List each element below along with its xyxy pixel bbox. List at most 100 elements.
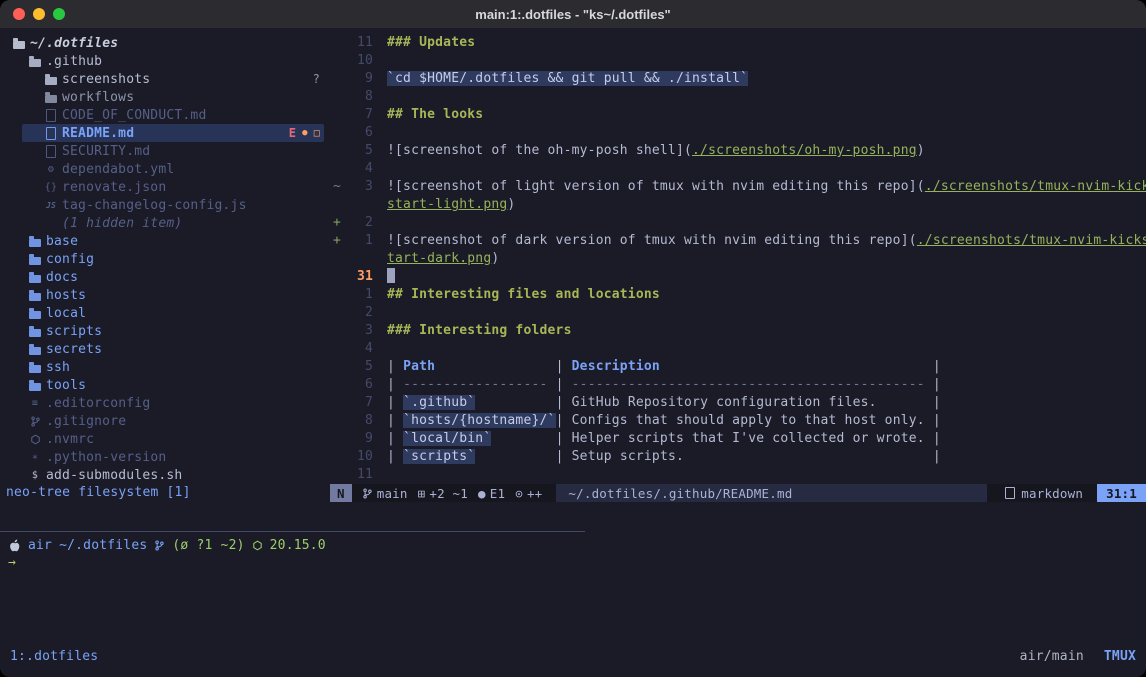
tree-item-ssh[interactable]: ssh xyxy=(0,358,330,376)
nvim-statusline: N main ⊞ +2 ~1 ● E1 ⊙ ++ ~/ xyxy=(330,484,1146,502)
editor-line[interactable]: 9| `local/bin` | Helper scripts that I'v… xyxy=(330,430,1146,448)
line-text: start-light.png) xyxy=(387,196,515,214)
gutter xyxy=(330,70,347,88)
editor-line[interactable]: 1## Interesting files and locations xyxy=(330,286,1146,304)
text-segment: Configs that should apply to that host o… xyxy=(572,413,933,428)
tmux-pane-divider[interactable] xyxy=(0,531,585,532)
editor-line[interactable]: 5![screenshot of the oh-my-posh shell](.… xyxy=(330,142,1146,160)
editor-line[interactable]: 10| `scripts` | Setup scripts. | xyxy=(330,448,1146,466)
folder-icon xyxy=(28,290,42,301)
editor-line[interactable]: 31 xyxy=(330,268,1146,286)
text-segment: | xyxy=(556,449,572,464)
editor-line[interactable]: 3### Interesting folders xyxy=(330,322,1146,340)
tree-item-config[interactable]: config xyxy=(0,250,330,268)
editor-line[interactable]: 4 xyxy=(330,160,1146,178)
prompt-arrow: → xyxy=(8,555,16,570)
shell-pane[interactable]: air ~/.dotfiles (ø ?1 ~2) 20.15.0 → xyxy=(8,536,326,572)
gutter xyxy=(330,286,347,304)
text-segment: | xyxy=(556,395,572,410)
editor-line[interactable]: 9`cd $HOME/.dotfiles && git pull && ./in… xyxy=(330,70,1146,88)
editor-line[interactable]: +2 xyxy=(330,214,1146,232)
tmux-window-label[interactable]: 1:.dotfiles xyxy=(10,649,98,664)
tree-item-python-version[interactable]: ∗.python-version xyxy=(0,448,330,466)
tree-item-dotfiles[interactable]: ~/.dotfiles xyxy=(0,34,330,52)
editor-line[interactable]: 11 xyxy=(330,466,1146,484)
tree-item-add-submodules-sh[interactable]: $add-submodules.sh xyxy=(0,466,330,484)
zoom-button[interactable] xyxy=(53,8,65,20)
text-segment: ## The looks xyxy=(387,107,483,122)
editor-line[interactable]: start-light.png) xyxy=(330,196,1146,214)
tree-item-editorconfig[interactable]: ≡.editorconfig xyxy=(0,394,330,412)
shell-prompt-line2: → xyxy=(8,554,326,572)
folder-icon xyxy=(12,38,26,49)
tree-item-docs[interactable]: docs xyxy=(0,268,330,286)
text-segment: tart-dark.png xyxy=(387,251,491,266)
tree-item-base[interactable]: base xyxy=(0,232,330,250)
text-segment: ![screenshot of light version of tmux wi… xyxy=(387,179,925,194)
tree-item-tag-changelog-config-js[interactable]: JStag-changelog-config.js xyxy=(0,196,330,214)
tree-item-secrets[interactable]: secrets xyxy=(0,340,330,358)
tree-item-1-hidden-item[interactable]: (1 hidden item) xyxy=(0,214,330,232)
tree-item-scripts[interactable]: scripts xyxy=(0,322,330,340)
git-diff-stats: +2 ~1 xyxy=(429,486,468,501)
tree-item-local[interactable]: local xyxy=(0,304,330,322)
minimize-button[interactable] xyxy=(33,8,45,20)
apple-icon xyxy=(8,539,21,552)
editor-line[interactable]: 10 xyxy=(330,52,1146,70)
tree-item-tools[interactable]: tools xyxy=(0,376,330,394)
editor-line[interactable]: 7## The looks xyxy=(330,106,1146,124)
terminal-window: main:1:.dotfiles - "ks~/.dotfiles" ~/.do… xyxy=(0,0,1146,677)
editor-line[interactable]: 5| Path | Description | xyxy=(330,358,1146,376)
tree-item-readme-md[interactable]: README.mdE●□ xyxy=(0,124,330,142)
line-number xyxy=(347,196,373,214)
statusline-right: markdown 31:1 xyxy=(1005,484,1146,502)
tree-item-security-md[interactable]: SECURITY.md xyxy=(0,142,330,160)
gutter xyxy=(330,142,347,160)
gutter xyxy=(330,304,347,322)
editor-line[interactable]: 11### Updates xyxy=(330,34,1146,52)
tree-item-label: add-submodules.sh xyxy=(46,468,182,483)
git-branch: main xyxy=(362,486,408,501)
tree-item-label: local xyxy=(46,306,86,321)
tree-item-label: .python-version xyxy=(46,450,166,465)
editor-line[interactable]: ~3![screenshot of light version of tmux … xyxy=(330,178,1146,196)
editor-line[interactable]: 6 xyxy=(330,124,1146,142)
folder-icon xyxy=(28,344,42,355)
tree-item-label: secrets xyxy=(46,342,102,357)
editor-line[interactable]: tart-dark.png) xyxy=(330,250,1146,268)
text-segment: `.github` xyxy=(403,395,475,410)
tree-item-hosts[interactable]: hosts xyxy=(0,286,330,304)
tree-item-gitignore[interactable]: .gitignore xyxy=(0,412,330,430)
tree-item-dependabot-yml[interactable]: ⚙dependabot.yml xyxy=(0,160,330,178)
editor-line[interactable]: 8 xyxy=(330,88,1146,106)
close-button[interactable] xyxy=(13,8,25,20)
editor-line[interactable]: 8| `hosts/{hostname}/`| Configs that sho… xyxy=(330,412,1146,430)
tree-item-code-of-conduct-md[interactable]: CODE_OF_CONDUCT.md xyxy=(0,106,330,124)
editor-line[interactable]: 2 xyxy=(330,304,1146,322)
titlebar[interactable]: main:1:.dotfiles - "ks~/.dotfiles" xyxy=(0,0,1146,29)
text-segment xyxy=(435,359,555,374)
tree-item-renovate-json[interactable]: {}renovate.json xyxy=(0,178,330,196)
gutter xyxy=(330,466,347,484)
neotree-sidebar[interactable]: ~/.dotfiles.githubscreenshots?workflowsC… xyxy=(0,28,330,484)
tree-item-screenshots[interactable]: screenshots? xyxy=(0,70,330,88)
editor-line[interactable]: 7| `.github` | GitHub Repository configu… xyxy=(330,394,1146,412)
text-segment xyxy=(548,377,556,392)
editor-line[interactable]: 6| ------------------ | ----------------… xyxy=(330,376,1146,394)
text-segment: Description xyxy=(572,359,660,374)
editor-line[interactable]: +1![screenshot of dark version of tmux w… xyxy=(330,232,1146,250)
tree-item-label: screenshots xyxy=(62,72,150,87)
editor-line[interactable]: 4 xyxy=(330,340,1146,358)
line-text: | `local/bin` | Helper scripts that I've… xyxy=(387,430,941,448)
tree-item-github[interactable]: .github xyxy=(0,52,330,70)
text-segment: ### Updates xyxy=(387,35,475,50)
tree-item-label: tag-changelog-config.js xyxy=(62,198,247,213)
branch-icon xyxy=(28,416,42,427)
tree-item-workflows[interactable]: workflows xyxy=(0,88,330,106)
text-segment: | xyxy=(933,449,941,464)
diagnostics: ● E1 xyxy=(478,486,505,501)
editor-pane[interactable]: 11### Updates109`cd $HOME/.dotfiles && g… xyxy=(330,28,1146,484)
text-segment: ## Interesting files and locations xyxy=(387,287,660,302)
gutter xyxy=(330,340,347,358)
tree-item-nvmrc[interactable]: .nvmrc xyxy=(0,430,330,448)
